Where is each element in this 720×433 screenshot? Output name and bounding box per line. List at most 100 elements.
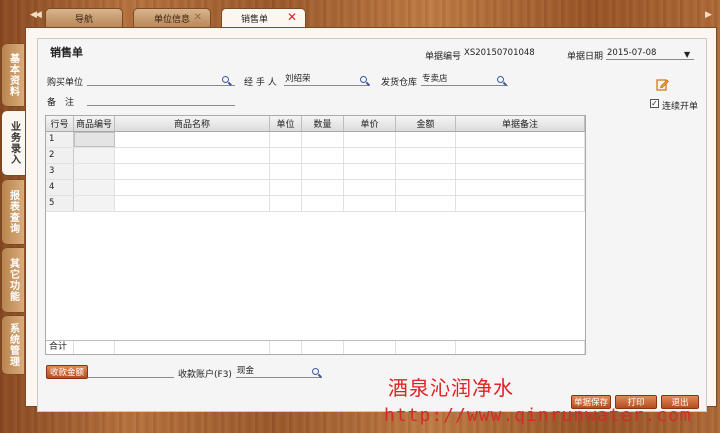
column-header[interactable]: 行号 xyxy=(46,116,74,131)
column-header[interactable]: 单据备注 xyxy=(456,116,585,131)
total-row: 合计 xyxy=(46,340,585,354)
unit-cell[interactable] xyxy=(270,164,302,179)
table-header: 行号 商品编号 商品名称 单位 数量 单价 金额 单据备注 xyxy=(46,116,585,132)
tab-label: 单位信息 xyxy=(153,14,190,25)
product-code-cell[interactable] xyxy=(74,196,115,211)
row-number: 2 xyxy=(46,148,74,163)
search-icon[interactable] xyxy=(360,76,367,83)
page-title: 销售单 xyxy=(50,46,83,59)
sidebar-item-other-functions[interactable]: 其它功能 xyxy=(1,247,24,313)
warehouse-input[interactable]: 专卖店 xyxy=(421,74,508,86)
note-cell[interactable] xyxy=(456,180,585,195)
column-header[interactable]: 单位 xyxy=(270,116,302,131)
note-cell[interactable] xyxy=(456,148,585,163)
doc-no-label: 单据编号 xyxy=(425,52,462,62)
amount-cell[interactable] xyxy=(396,164,456,179)
received-amount-button[interactable]: 收款金额 xyxy=(46,365,88,379)
price-cell[interactable] xyxy=(344,180,396,195)
note-cell[interactable] xyxy=(456,132,585,147)
table-row[interactable]: 3 xyxy=(46,164,585,180)
product-code-cell[interactable] xyxy=(74,132,115,147)
amount-cell[interactable] xyxy=(396,196,456,211)
remark-input[interactable] xyxy=(87,94,235,106)
sidebar-item-label: 业务录入 xyxy=(8,121,20,165)
unit-cell[interactable] xyxy=(270,180,302,195)
column-header[interactable]: 单价 xyxy=(344,116,396,131)
sidebar-item-business-entry[interactable]: 业务录入 xyxy=(1,110,26,176)
unit-cell[interactable] xyxy=(270,148,302,163)
doc-date-select[interactable]: 2015-07-08 xyxy=(606,48,694,60)
sidebar-item-label: 系统管理 xyxy=(7,323,19,367)
amount-cell[interactable] xyxy=(396,148,456,163)
total-cell xyxy=(115,341,270,354)
search-icon[interactable] xyxy=(497,76,504,83)
sidebar-item-report-query[interactable]: 报表查询 xyxy=(1,179,24,245)
search-icon[interactable] xyxy=(222,76,229,83)
quantity-cell[interactable] xyxy=(302,196,344,211)
product-code-cell[interactable] xyxy=(74,164,115,179)
quantity-cell[interactable] xyxy=(302,148,344,163)
tab-label: 销售单 xyxy=(240,15,268,25)
doc-date-label: 单据日期 xyxy=(567,52,604,62)
row-number: 5 xyxy=(46,196,74,211)
column-header[interactable]: 数量 xyxy=(302,116,344,131)
product-name-cell[interactable] xyxy=(115,180,270,195)
total-quantity-cell xyxy=(302,341,344,354)
sidebar-item-basic-data[interactable]: 基本资料 xyxy=(1,43,24,107)
quantity-cell[interactable] xyxy=(302,132,344,147)
product-name-cell[interactable] xyxy=(115,196,270,211)
received-amount-input[interactable] xyxy=(88,366,174,378)
price-cell[interactable] xyxy=(344,196,396,211)
amount-cell[interactable] xyxy=(396,180,456,195)
tab-unit-info[interactable]: 单位信息 ✕ xyxy=(133,8,211,27)
unit-cell[interactable] xyxy=(270,196,302,211)
amount-cell[interactable] xyxy=(396,132,456,147)
column-header[interactable]: 金额 xyxy=(396,116,456,131)
scroll-right-icon[interactable]: ▶ xyxy=(705,10,712,20)
sidebar-item-system-management[interactable]: 系统管理 xyxy=(1,315,24,375)
handler-input[interactable]: 刘绍荣 xyxy=(284,74,370,86)
price-cell[interactable] xyxy=(344,132,396,147)
table-row[interactable]: 1 xyxy=(46,132,585,148)
chevron-down-icon[interactable]: ▼ xyxy=(684,50,690,59)
continuous-label: 连续开单 xyxy=(662,102,699,112)
watermark-url: http://www.qinrunwater.com xyxy=(384,405,692,426)
account-input[interactable]: 现金 xyxy=(236,366,322,378)
column-header[interactable]: 商品编号 xyxy=(74,116,115,131)
note-cell[interactable] xyxy=(456,196,585,211)
total-cell xyxy=(270,341,302,354)
tab-sales-order[interactable]: 销售单 ✕ xyxy=(221,8,306,28)
total-cell xyxy=(456,341,585,354)
close-icon[interactable]: ✕ xyxy=(194,12,202,23)
column-header[interactable]: 商品名称 xyxy=(115,116,270,131)
table-row[interactable]: 5 xyxy=(46,196,585,212)
product-name-cell[interactable] xyxy=(115,164,270,179)
scroll-left-icon[interactable]: ◀◀ xyxy=(30,10,42,20)
close-icon[interactable]: ✕ xyxy=(287,10,297,24)
product-name-cell[interactable] xyxy=(115,132,270,147)
price-cell[interactable] xyxy=(344,164,396,179)
note-cell[interactable] xyxy=(456,164,585,179)
price-cell[interactable] xyxy=(344,148,396,163)
search-icon[interactable] xyxy=(312,368,319,375)
table-row[interactable]: 4 xyxy=(46,180,585,196)
total-amount-cell xyxy=(396,341,456,354)
product-code-cell[interactable] xyxy=(74,180,115,195)
remark-label: 备 注 xyxy=(47,98,75,108)
edit-icon[interactable] xyxy=(656,78,669,91)
product-name-cell[interactable] xyxy=(115,148,270,163)
quantity-cell[interactable] xyxy=(302,164,344,179)
buyer-input[interactable] xyxy=(87,74,235,86)
unit-cell[interactable] xyxy=(270,132,302,147)
watermark-company: 酒泉沁润净水 xyxy=(388,376,514,400)
table-row[interactable]: 2 xyxy=(46,148,585,164)
total-cell xyxy=(344,341,396,354)
tab-navigation[interactable]: 导航 xyxy=(45,8,123,27)
tab-label: 导航 xyxy=(74,14,93,25)
product-table: 行号 商品编号 商品名称 单位 数量 单价 金额 单据备注 1 2 3 4 5 … xyxy=(45,115,586,355)
product-code-cell[interactable] xyxy=(74,148,115,163)
sidebar-item-label: 其它功能 xyxy=(7,258,19,302)
continuous-checkbox[interactable]: ✓ xyxy=(650,99,659,108)
quantity-cell[interactable] xyxy=(302,180,344,195)
sidebar-item-label: 基本资料 xyxy=(7,53,19,97)
